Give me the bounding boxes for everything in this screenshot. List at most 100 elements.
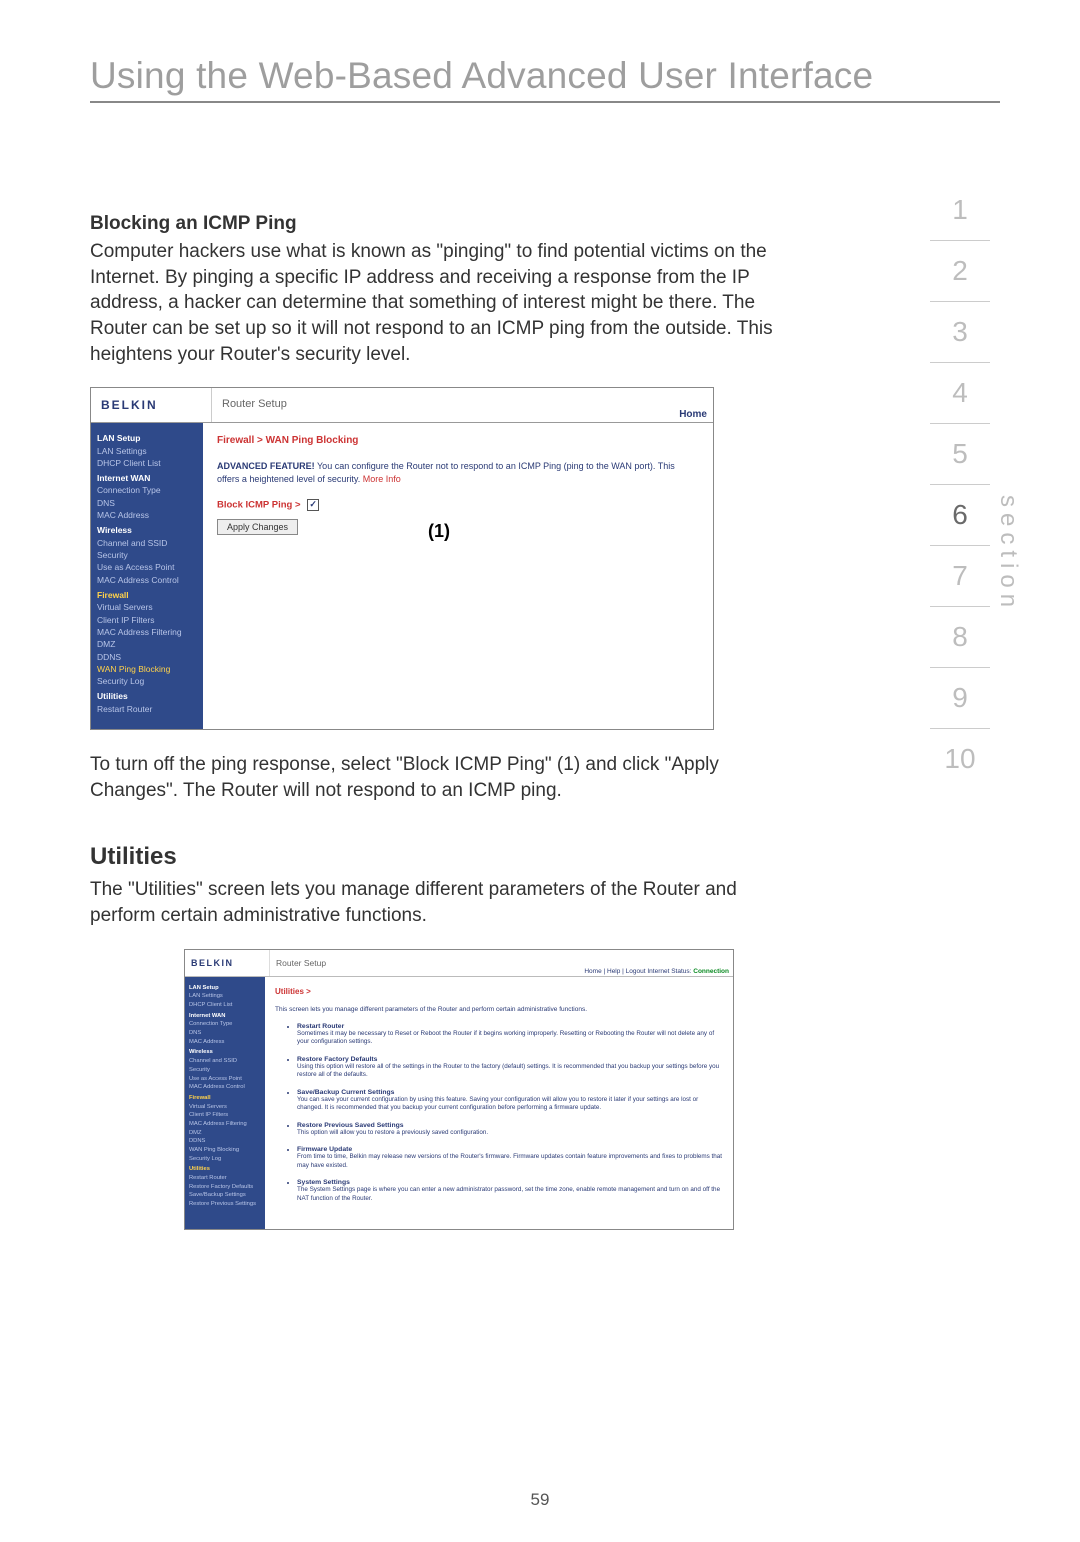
- home-link[interactable]: Home: [679, 409, 707, 420]
- utilities-intro: This screen lets you manage different pa…: [275, 1006, 723, 1013]
- util-link[interactable]: Firmware Update: [297, 1146, 352, 1153]
- nav-group-firewall: Firewall: [189, 1094, 261, 1103]
- nav-item[interactable]: DMZ: [189, 1129, 261, 1138]
- belkin-logo: BELKIN: [91, 388, 212, 422]
- after-shot-text: To turn off the ping response, select "B…: [90, 752, 780, 803]
- screenshot-wan-ping: BELKIN Router Setup Home LAN Setup LAN S…: [90, 387, 714, 730]
- nav-item[interactable]: Channel and SSID: [189, 1057, 261, 1066]
- nav-item[interactable]: Save/Backup Settings: [189, 1191, 261, 1200]
- nav-item[interactable]: Virtual Servers: [189, 1103, 261, 1112]
- nav-item[interactable]: Security Log: [189, 1155, 261, 1164]
- nav-item[interactable]: MAC Address Filtering: [97, 626, 197, 638]
- nav-item[interactable]: MAC Address: [189, 1038, 261, 1047]
- list-item: Restore Factory DefaultsUsing this optio…: [297, 1056, 723, 1080]
- more-info-link[interactable]: More Info: [363, 474, 401, 484]
- nav-group-utilities: Utilities: [189, 1165, 261, 1174]
- nav-item[interactable]: MAC Address Control: [189, 1083, 261, 1092]
- nav-item[interactable]: Security Log: [97, 675, 197, 687]
- section-num-active: 6: [930, 485, 990, 546]
- nav-item[interactable]: LAN Settings: [97, 445, 197, 457]
- nav-item[interactable]: MAC Address: [97, 509, 197, 521]
- util-link[interactable]: Restore Factory Defaults: [297, 1056, 377, 1063]
- nav-item[interactable]: DHCP Client List: [189, 1001, 261, 1010]
- nav-item[interactable]: DMZ: [97, 638, 197, 650]
- util-link[interactable]: Save/Backup Current Settings: [297, 1089, 394, 1096]
- nav-item[interactable]: Restart Router: [189, 1174, 261, 1183]
- nav-item[interactable]: MAC Address Control: [97, 574, 197, 586]
- list-item: Firmware UpdateFrom time to time, Belkin…: [297, 1146, 723, 1170]
- util-link[interactable]: Restore Previous Saved Settings: [297, 1122, 404, 1129]
- util-desc: This option will allow you to restore a …: [297, 1129, 488, 1136]
- utilities-list: Restart RouterSometimes it may be necess…: [275, 1023, 723, 1204]
- nav-item-active[interactable]: WAN Ping Blocking: [97, 663, 197, 675]
- block-icmp-checkbox[interactable]: ✓: [307, 499, 319, 511]
- block-icmp-label: Block ICMP Ping >: [217, 500, 301, 511]
- nav-item[interactable]: Restore Factory Defaults: [189, 1183, 261, 1192]
- list-item: Restore Previous Saved SettingsThis opti…: [297, 1122, 723, 1138]
- breadcrumb: Firewall > WAN Ping Blocking: [217, 435, 699, 446]
- nav-item[interactable]: MAC Address Filtering: [189, 1120, 261, 1129]
- nav-group: LAN Setup: [97, 432, 197, 444]
- router-sidebar: LAN Setup LAN Settings DHCP Client List …: [91, 423, 203, 729]
- nav-item[interactable]: DDNS: [189, 1137, 261, 1146]
- util-link[interactable]: Restart Router: [297, 1023, 344, 1030]
- router-setup-title: Router Setup Home | Help | Logout Intern…: [270, 950, 733, 976]
- util-desc: The System Settings page is where you ca…: [297, 1186, 720, 1202]
- section-num: 10: [930, 729, 990, 789]
- nav-item[interactable]: Security: [97, 549, 197, 561]
- blocking-icmp-heading: Blocking an ICMP Ping: [90, 213, 780, 235]
- router-setup-title: Router Setup Home: [212, 388, 713, 422]
- utilities-paragraph: The "Utilities" screen lets you manage d…: [90, 877, 780, 928]
- top-links-text[interactable]: Home | Help | Logout Internet Status:: [584, 968, 693, 975]
- belkin-logo: BELKIN: [185, 950, 270, 976]
- nav-item[interactable]: Restore Previous Settings: [189, 1200, 261, 1209]
- section-num: 7: [930, 546, 990, 607]
- section-label: section: [994, 495, 1022, 613]
- nav-item[interactable]: Use as Access Point: [97, 561, 197, 573]
- util-desc: Using this option will restore all of th…: [297, 1063, 719, 1079]
- nav-item[interactable]: WAN Ping Blocking: [189, 1146, 261, 1155]
- internet-status: Connection: [693, 968, 729, 975]
- list-item: Restart RouterSometimes it may be necess…: [297, 1023, 723, 1047]
- block-icmp-row: Block ICMP Ping > ✓: [217, 499, 699, 511]
- section-num: 8: [930, 607, 990, 668]
- router-setup-label: Router Setup: [276, 958, 326, 968]
- section-num: 2: [930, 241, 990, 302]
- section-num: 1: [930, 180, 990, 241]
- nav-item[interactable]: DDNS: [97, 651, 197, 663]
- advanced-feature-text: ADVANCED FEATURE! You can configure the …: [217, 460, 699, 485]
- page-title-bar: Using the Web-Based Advanced User Interf…: [90, 55, 1000, 103]
- nav-item[interactable]: Security: [189, 1066, 261, 1075]
- page-title: Using the Web-Based Advanced User Interf…: [90, 55, 1000, 97]
- nav-item[interactable]: Channel and SSID: [97, 537, 197, 549]
- section-num: 5: [930, 424, 990, 485]
- nav-item[interactable]: Connection Type: [97, 484, 197, 496]
- nav-group: Utilities: [97, 690, 197, 702]
- nav-item[interactable]: Virtual Servers: [97, 601, 197, 613]
- nav-group: Wireless: [97, 524, 197, 536]
- nav-item[interactable]: DNS: [189, 1029, 261, 1038]
- util-desc: Sometimes it may be necessary to Reset o…: [297, 1030, 714, 1046]
- nav-item[interactable]: LAN Settings: [189, 992, 261, 1001]
- nav-group: Internet WAN: [97, 472, 197, 484]
- adv-label: ADVANCED FEATURE!: [217, 461, 315, 471]
- apply-changes-button[interactable]: Apply Changes: [217, 519, 298, 535]
- page-number: 59: [531, 1490, 550, 1510]
- nav-item[interactable]: DNS: [97, 497, 197, 509]
- list-item: Save/Backup Current SettingsYou can save…: [297, 1089, 723, 1113]
- util-desc: From time to time, Belkin may release ne…: [297, 1153, 722, 1169]
- callout-1: (1): [428, 521, 450, 542]
- section-num: 4: [930, 363, 990, 424]
- nav-item[interactable]: Connection Type: [189, 1020, 261, 1029]
- nav-item[interactable]: Use as Access Point: [189, 1075, 261, 1084]
- nav-item[interactable]: Client IP Filters: [189, 1111, 261, 1120]
- nav-group: Internet WAN: [189, 1012, 261, 1021]
- nav-item[interactable]: Client IP Filters: [97, 614, 197, 626]
- nav-item[interactable]: DHCP Client List: [97, 457, 197, 469]
- router-sidebar: LAN Setup LAN Settings DHCP Client List …: [185, 977, 265, 1229]
- nav-group: LAN Setup: [189, 984, 261, 993]
- nav-item[interactable]: Restart Router: [97, 703, 197, 715]
- util-link[interactable]: System Settings: [297, 1179, 350, 1186]
- section-num: 9: [930, 668, 990, 729]
- list-item: System SettingsThe System Settings page …: [297, 1179, 723, 1203]
